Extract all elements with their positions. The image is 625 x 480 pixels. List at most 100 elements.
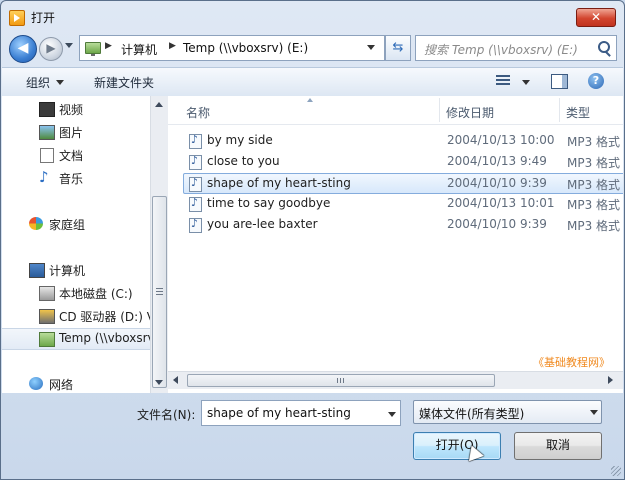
change-view-icon[interactable] — [496, 75, 510, 87]
open-file-dialog: 打开 ✕ ◀ ▶ ▶ 计算机 ▶ Temp (\\vboxsrv) (E:) ⇆… — [0, 0, 625, 480]
grip-line — [156, 291, 163, 292]
music-library-icon: ♪ — [39, 168, 49, 186]
sidebar-item-label: CD 驱动器 (D:) V — [59, 310, 150, 324]
sidebar-item-pictures[interactable]: 图片 — [2, 122, 150, 142]
search-placeholder: 搜索 Temp (\\vboxsrv) (E:) — [424, 43, 578, 57]
close-button[interactable]: ✕ — [576, 8, 616, 27]
file-date: 2004/10/10 9:39 — [447, 176, 547, 190]
scroll-right-icon[interactable] — [608, 376, 613, 384]
search-input[interactable]: 搜索 Temp (\\vboxsrv) (E:) — [415, 35, 617, 61]
sidebar-item-local-disk[interactable]: 本地磁盘 (C:) — [2, 283, 150, 303]
file-type: MP3 格式 — [567, 135, 621, 149]
sidebar-item-label: 音乐 — [59, 172, 84, 186]
pictures-library-icon — [39, 125, 55, 140]
column-header: 名称 修改日期 类型 — [168, 96, 623, 125]
file-row[interactable]: you are-lee baxter 2004/10/10 9:39 MP3 格… — [184, 215, 623, 235]
file-row[interactable]: close to you 2004/10/13 9:49 MP3 格式 — [184, 152, 623, 172]
filetype-value: 媒体文件(所有类型) — [419, 407, 525, 421]
file-list-horizontal-scrollbar[interactable] — [168, 371, 623, 389]
scrollbar-thumb[interactable] — [152, 196, 167, 388]
breadcrumb-computer[interactable]: 计算机 — [121, 41, 157, 58]
file-name: time to say goodbye — [207, 196, 331, 210]
breadcrumb-separator[interactable]: ▶ — [105, 41, 112, 51]
resize-grip[interactable] — [611, 466, 621, 476]
sidebar-item-label: 计算机 — [49, 264, 86, 278]
recent-pages-dropdown-icon[interactable] — [65, 43, 73, 48]
organize-button[interactable]: 组织 — [26, 74, 50, 91]
sidebar-item-cd-drive[interactable]: CD 驱动器 (D:) V — [2, 306, 150, 326]
audio-file-icon — [189, 154, 202, 170]
sidebar-item-music[interactable]: ♪ 音乐 — [2, 168, 150, 188]
grip-line — [343, 378, 344, 383]
dialog-footer: 文件名(N): shape of my heart-sting 媒体文件(所有类… — [2, 394, 623, 478]
column-divider[interactable] — [439, 98, 440, 122]
column-type[interactable]: 类型 — [566, 104, 590, 121]
refresh-button[interactable]: ⇆ — [385, 35, 411, 61]
video-library-icon — [39, 102, 55, 117]
sidebar-item-network[interactable]: 网络 — [2, 374, 150, 393]
preview-pane-icon[interactable] — [551, 74, 568, 89]
scroll-left-icon[interactable] — [173, 376, 178, 384]
file-row[interactable]: time to say goodbye 2004/10/13 10:01 MP3… — [184, 194, 623, 214]
column-date[interactable]: 修改日期 — [446, 104, 494, 121]
sidebar-item-computer[interactable]: 计算机 — [2, 260, 150, 280]
organize-dropdown-icon[interactable] — [56, 80, 64, 85]
grip-line — [156, 288, 163, 289]
cd-drive-icon — [39, 309, 55, 324]
audio-file-icon — [189, 176, 202, 192]
filetype-select[interactable]: 媒体文件(所有类型) — [413, 400, 602, 424]
sidebar-item-homegroup[interactable]: 家庭组 — [2, 214, 150, 234]
command-bar: 组织 新建文件夹 ? — [2, 67, 623, 97]
breadcrumb-separator[interactable]: ▶ — [169, 41, 176, 51]
forward-button[interactable]: ▶ — [39, 37, 63, 61]
address-dropdown-icon[interactable] — [367, 45, 375, 50]
navigation-pane: 视频 图片 文档 ♪ 音乐 家庭组 计算机 本地磁盘 (C:) CD 驱动器 ( — [2, 96, 150, 393]
sidebar-item-label: 文档 — [59, 149, 84, 163]
filename-label: 文件名(N): — [137, 408, 196, 422]
file-row[interactable]: by my side 2004/10/13 10:00 MP3 格式 — [184, 131, 623, 151]
filetype-dropdown-icon[interactable] — [590, 410, 598, 415]
file-date: 2004/10/13 10:01 — [447, 196, 555, 210]
local-disk-icon — [39, 286, 55, 301]
audio-file-icon — [189, 133, 202, 149]
address-bar[interactable]: ▶ 计算机 ▶ Temp (\\vboxsrv) (E:) — [79, 35, 385, 61]
breadcrumb-temp[interactable]: Temp (\\vboxsrv) (E:) — [183, 41, 308, 55]
help-icon[interactable]: ? — [588, 73, 604, 89]
filename-input[interactable]: shape of my heart-sting — [201, 400, 401, 426]
grip-line — [340, 378, 341, 383]
sidebar-item-label: 图片 — [59, 126, 84, 140]
sort-ascending-icon — [307, 98, 313, 102]
view-dropdown-icon[interactable] — [522, 80, 530, 85]
file-name: by my side — [207, 133, 273, 147]
network-drive-icon — [39, 332, 55, 347]
file-type: MP3 格式 — [567, 178, 621, 192]
sidebar-item-temp-drive[interactable]: Temp (\\vboxsrv — [2, 328, 150, 350]
sidebar-item-videos[interactable]: 视频 — [2, 99, 150, 119]
scroll-up-icon[interactable] — [155, 102, 163, 107]
filename-dropdown-icon[interactable] — [388, 412, 396, 417]
scrollbar-thumb[interactable] — [187, 374, 495, 387]
filename-value: shape of my heart-sting — [207, 406, 351, 420]
scroll-down-icon[interactable] — [155, 380, 163, 385]
grip-line — [156, 294, 163, 295]
back-button[interactable]: ◀ — [9, 35, 37, 63]
search-icon[interactable] — [598, 41, 610, 53]
sidebar-item-documents[interactable]: 文档 — [2, 145, 150, 165]
grip-line — [337, 378, 338, 383]
column-name[interactable]: 名称 — [186, 104, 210, 121]
network-icon — [29, 377, 43, 390]
file-date: 2004/10/13 9:49 — [447, 154, 547, 168]
file-row-selected[interactable]: shape of my heart-sting 2004/10/10 9:39 … — [183, 173, 623, 194]
column-divider[interactable] — [559, 98, 560, 122]
open-button[interactable]: 打开(O) — [413, 432, 501, 460]
new-folder-button[interactable]: 新建文件夹 — [94, 74, 154, 91]
file-date: 2004/10/13 10:00 — [447, 133, 555, 147]
title-bar: 打开 ✕ — [1, 1, 624, 31]
computer-icon — [29, 263, 45, 278]
window-title: 打开 — [31, 11, 56, 25]
sidebar-item-label: 本地磁盘 (C:) — [59, 287, 133, 301]
cancel-button[interactable]: 取消 — [514, 432, 602, 460]
navigation-scrollbar[interactable] — [150, 96, 168, 393]
sidebar-item-label: 网络 — [49, 378, 74, 392]
file-list: 名称 修改日期 类型 by my side 2004/10/13 10:00 M… — [168, 96, 623, 393]
